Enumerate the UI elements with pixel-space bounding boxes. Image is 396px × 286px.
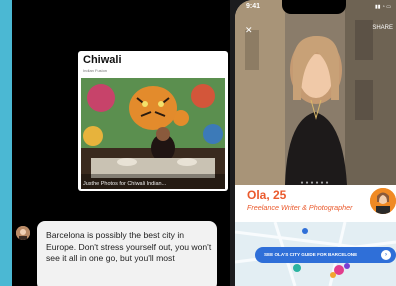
photo-pagination-dots[interactable]: ●●●●●●: [235, 180, 396, 186]
chat-message-bubble: Barcelona is possibly the best city in E…: [37, 221, 217, 286]
phone-notch: [282, 0, 346, 14]
map-pin-icon: [344, 263, 350, 269]
chat-message-text: Barcelona is possibly the best city in E…: [46, 230, 212, 264]
signal-wifi-battery-icon: ▮▮ ◔ ▭: [374, 4, 391, 10]
share-button[interactable]: SHARE: [372, 25, 393, 31]
restaurant-photo[interactable]: [81, 78, 225, 189]
map-pin-icon: [293, 264, 301, 272]
user-avatar-icon: [370, 188, 396, 214]
chevron-right-icon: ›: [381, 250, 391, 260]
chat-panel: Chiwali Indian Fusion Justhe Photos for …: [12, 0, 242, 286]
profile-name: Ola, 25: [247, 188, 287, 202]
restaurant-card[interactable]: Chiwali Indian Fusion Justhe Photos for …: [78, 51, 228, 191]
user-avatar-icon: [16, 226, 30, 240]
phone-frame: 9:41 ▮▮ ◔ ▭ ✕ SHARE ●●●●●● Ola, 25 Freel…: [230, 0, 396, 286]
avatar: [16, 226, 30, 240]
city-guide-label: SEE OLA'S CITY GUIDE FOR BARCELONE: [264, 252, 358, 257]
close-icon[interactable]: ✕: [245, 25, 253, 36]
status-time: 9:41: [246, 3, 261, 10]
profile-screen: 9:41 ▮▮ ◔ ▭ ✕ SHARE ●●●●●● Ola, 25 Freel…: [235, 0, 396, 286]
photo-caption: Justhe Photos for Chiwali Indian...: [83, 181, 167, 187]
restaurant-name: Chiwali: [83, 54, 122, 66]
profile-title: Freelance Writer & Photographer: [247, 203, 353, 212]
profile-avatar[interactable]: [368, 186, 396, 216]
restaurant-cuisine: Indian Fusion: [83, 68, 108, 73]
city-guide-button[interactable]: SEE OLA'S CITY GUIDE FOR BARCELONE ›: [255, 247, 396, 263]
map-pin-icon: [302, 228, 308, 234]
map-pin-icon: [330, 272, 336, 278]
